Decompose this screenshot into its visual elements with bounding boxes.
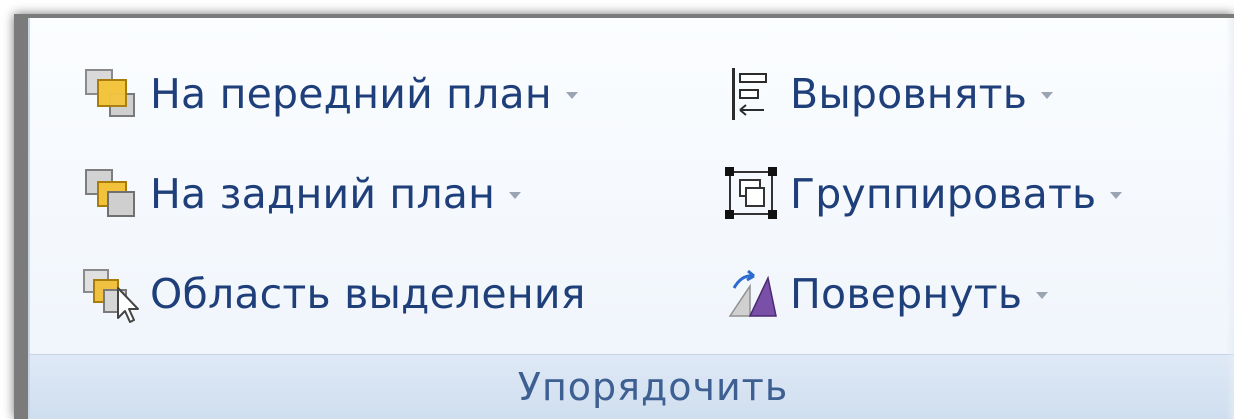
rotate-icon	[720, 264, 780, 324]
rotate-label: Повернуть	[790, 269, 1023, 318]
bring-to-front-label: На передний план	[150, 69, 552, 118]
chevron-down-icon[interactable]	[565, 91, 578, 99]
bring-to-front-icon	[80, 64, 140, 124]
align-label: Выровнять	[790, 69, 1028, 118]
chevron-down-icon[interactable]	[1041, 91, 1054, 99]
group-button[interactable]: Группировать	[720, 164, 1123, 224]
send-to-back-icon	[80, 164, 140, 224]
chevron-down-icon[interactable]	[1110, 191, 1123, 199]
chevron-down-icon[interactable]	[509, 191, 522, 199]
selection-pane-icon	[80, 264, 140, 324]
group-title: Упорядочить	[517, 365, 789, 409]
bring-to-front-button[interactable]: На передний план	[80, 64, 578, 124]
selection-pane-button[interactable]: Область выделения	[80, 264, 586, 324]
group-objects-icon	[720, 164, 780, 224]
group-footer: Упорядочить	[30, 354, 1234, 419]
chevron-down-icon[interactable]	[1036, 291, 1049, 299]
send-to-back-button[interactable]: На задний план	[80, 164, 522, 224]
align-icon	[720, 64, 780, 124]
ribbon-group-arrange: На передний план На задний план Область …	[28, 18, 1234, 419]
send-to-back-label: На задний план	[150, 169, 496, 218]
selection-pane-label: Область выделения	[150, 269, 586, 318]
rotate-button[interactable]: Повернуть	[720, 264, 1049, 324]
group-label: Группировать	[790, 169, 1097, 218]
align-button[interactable]: Выровнять	[720, 64, 1054, 124]
ribbon-frame: На передний план На задний план Область …	[14, 14, 1234, 419]
